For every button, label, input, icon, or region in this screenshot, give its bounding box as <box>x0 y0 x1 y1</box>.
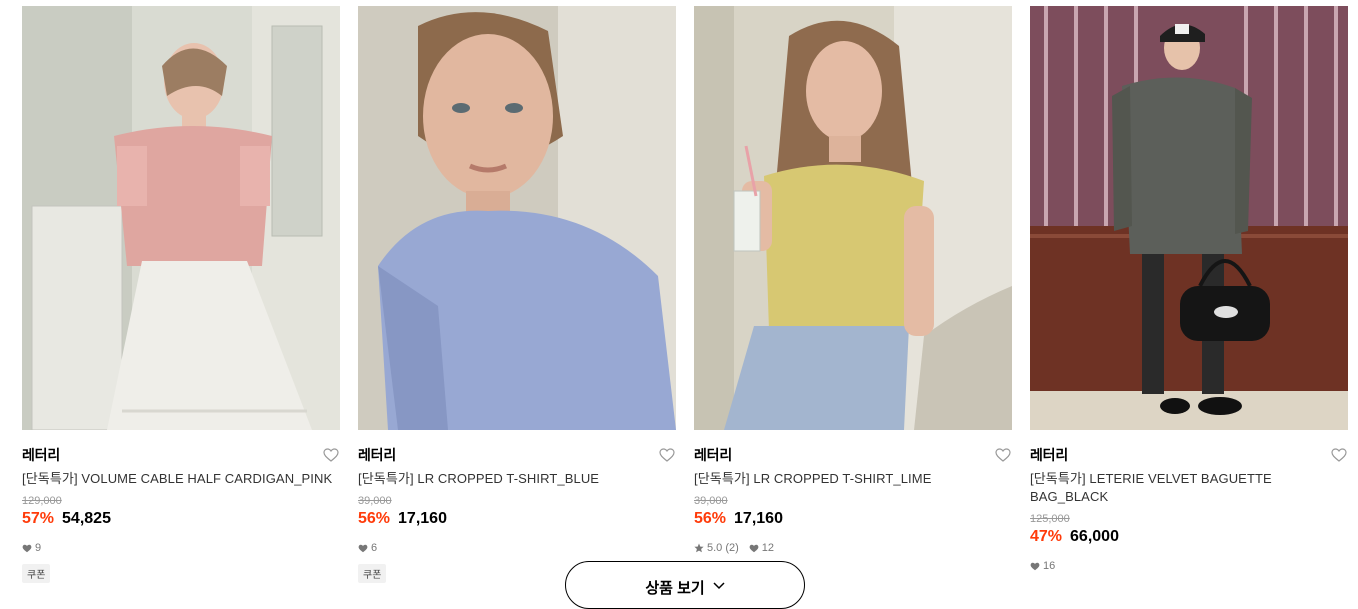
more-products-label: 상품 보기 <box>645 580 705 597</box>
product-image[interactable] <box>1030 6 1348 430</box>
rating-value: 5.0 (2) <box>707 542 739 554</box>
original-price: 129,000 <box>22 495 62 507</box>
like-count: 16 <box>1030 560 1055 572</box>
star-icon <box>694 543 704 553</box>
product-photo-lime-tshirt <box>694 6 1012 430</box>
product-card[interactable]: 레터리 [단독특가] LETERIE VELVET BAGUETTE BAG_B… <box>1030 6 1348 583</box>
chevron-down-icon <box>713 582 725 590</box>
product-grid: 레터리 [단독특가] VOLUME CABLE HALF CARDIGAN_PI… <box>22 6 1348 583</box>
brand-name[interactable]: 레터리 <box>22 445 60 465</box>
like-count: 12 <box>749 542 774 554</box>
product-image[interactable] <box>358 6 676 430</box>
product-card[interactable]: 레터리 [단독특가] VOLUME CABLE HALF CARDIGAN_PI… <box>22 6 340 583</box>
product-title[interactable]: [단독특가] VOLUME CABLE HALF CARDIGAN_PINK <box>22 470 340 488</box>
coupon-badge: 쿠폰 <box>358 564 387 583</box>
like-count-value: 12 <box>761 542 775 554</box>
like-count: 6 <box>358 542 377 554</box>
wishlist-heart-icon[interactable] <box>1330 446 1348 464</box>
wishlist-heart-icon[interactable] <box>994 446 1012 464</box>
product-image[interactable] <box>694 6 1012 430</box>
more-products-button[interactable]: 상품 보기 <box>565 561 805 609</box>
rating: 5.0 (2) <box>694 542 739 554</box>
product-title[interactable]: [단독특가] LR CROPPED T-SHIRT_LIME <box>694 470 1012 488</box>
original-price: 39,000 <box>694 495 728 507</box>
original-price: 39,000 <box>358 495 392 507</box>
brand-name[interactable]: 레터리 <box>1030 445 1068 465</box>
brand-name[interactable]: 레터리 <box>694 445 732 465</box>
product-image[interactable] <box>22 6 340 430</box>
product-card[interactable]: 레터리 [단독특가] LR CROPPED T-SHIRT_BLUE 39,00… <box>358 6 676 583</box>
product-photo-blue-tshirt <box>358 6 676 430</box>
discount-rate: 56% <box>694 510 727 527</box>
product-card[interactable]: 레터리 [단독특가] LR CROPPED T-SHIRT_LIME 39,00… <box>694 6 1012 583</box>
heart-filled-icon <box>749 544 759 552</box>
discount-rate: 57% <box>22 510 55 527</box>
heart-filled-icon <box>22 544 32 552</box>
product-photo-black-bag <box>1030 6 1348 430</box>
sale-price: 17,160 <box>734 510 783 527</box>
product-title[interactable]: [단독특가] LR CROPPED T-SHIRT_BLUE <box>358 470 676 488</box>
original-price: 125,000 <box>1030 513 1070 525</box>
coupon-badge: 쿠폰 <box>22 564 51 583</box>
like-count-value: 16 <box>1043 560 1056 572</box>
like-count-value: 9 <box>35 542 42 554</box>
sale-price: 54,825 <box>62 510 111 527</box>
wishlist-heart-icon[interactable] <box>322 446 340 464</box>
like-count-value: 6 <box>371 542 378 554</box>
sale-price: 66,000 <box>1070 528 1119 545</box>
discount-rate: 47% <box>1030 528 1063 545</box>
discount-rate: 56% <box>358 510 391 527</box>
heart-filled-icon <box>1030 562 1040 570</box>
like-count: 9 <box>22 542 41 554</box>
wishlist-heart-icon[interactable] <box>658 446 676 464</box>
heart-filled-icon <box>358 544 368 552</box>
brand-name[interactable]: 레터리 <box>358 445 396 465</box>
product-photo-cardigan <box>22 6 340 430</box>
product-title[interactable]: [단독특가] LETERIE VELVET BAGUETTE BAG_BLACK <box>1030 470 1348 506</box>
sale-price: 17,160 <box>398 510 447 527</box>
